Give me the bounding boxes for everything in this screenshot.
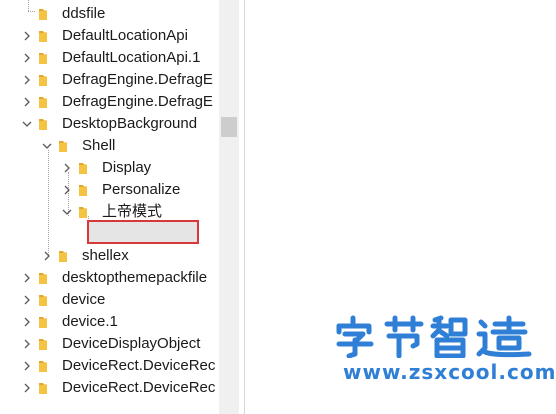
folder-icon [58, 249, 72, 263]
selection-highlight [87, 220, 199, 244]
tree-item-label: device.1 [62, 313, 118, 330]
chevron-right-icon[interactable] [21, 311, 33, 333]
tree-item-label: DefaultLocationApi [62, 27, 188, 44]
chevron-down-icon[interactable] [61, 201, 73, 223]
chevron-right-icon[interactable] [21, 25, 33, 47]
folder-icon [38, 315, 52, 329]
tree-scrollbar[interactable] [219, 0, 239, 414]
tree-item[interactable]: device.1 [0, 311, 219, 333]
folder-icon [38, 73, 52, 87]
tree-item-label: DeviceDisplayObject [62, 335, 201, 352]
folder-icon [38, 51, 52, 65]
tree-item-label: DesktopBackground [62, 115, 198, 132]
tree-item[interactable]: desktopthemepackfile [0, 267, 219, 289]
folder-icon [38, 7, 52, 21]
tree-item-label: Personalize [102, 181, 181, 198]
tree-item[interactable]: DefragEngine.DefragE [0, 91, 219, 113]
chevron-right-icon[interactable] [21, 267, 33, 289]
tree-item-label: device [62, 291, 106, 308]
tree-item[interactable]: DeviceRect.DeviceRec [0, 377, 219, 399]
tree-item[interactable]: DeviceRect.DeviceRec [0, 355, 219, 377]
chevron-down-icon[interactable] [41, 135, 53, 157]
chevron-right-icon[interactable] [21, 377, 33, 399]
folder-icon [78, 183, 92, 197]
tree-item-label: DeviceRect.DeviceRec [62, 379, 216, 396]
chevron-right-icon[interactable] [21, 333, 33, 355]
chevron-right-icon[interactable] [21, 69, 33, 91]
tree-item-label: DeviceRect.DeviceRec [62, 357, 216, 374]
folder-icon [38, 29, 52, 43]
tree-item[interactable]: DefaultLocationApi [0, 25, 219, 47]
chevron-right-icon[interactable] [21, 355, 33, 377]
scrollbar-thumb[interactable] [221, 117, 237, 137]
tree-item[interactable]: DesktopBackground [0, 113, 219, 135]
folder-icon [38, 95, 52, 109]
tree-item[interactable]: Shell [0, 135, 219, 157]
chevron-right-icon[interactable] [61, 179, 73, 201]
tree-item[interactable]: ddsfile [0, 3, 219, 25]
tree-item[interactable]: Personalize [0, 179, 219, 201]
tree-item-label: DefragEngine.DefragE [62, 71, 213, 88]
folder-icon [58, 139, 72, 153]
tree-item[interactable]: DefragEngine.DefragE [0, 69, 219, 91]
registry-tree[interactable]: ddsfile DefaultLocationApi DefaultLocation… [0, 0, 219, 414]
chevron-right-icon[interactable] [21, 47, 33, 69]
tree-item[interactable]: device [0, 289, 219, 311]
watermark-url: www.zsxcool.com [343, 360, 556, 384]
folder-icon [78, 161, 92, 175]
tree-item-label: Display [102, 159, 152, 176]
watermark-logo: www.zsxcool.com [335, 314, 555, 386]
tree-item[interactable]: Display [0, 157, 219, 179]
chevron-right-icon[interactable] [61, 157, 73, 179]
tree-item-label: DefragEngine.DefragE [62, 93, 213, 110]
folder-icon [38, 117, 52, 131]
chevron-down-icon[interactable] [21, 113, 33, 135]
tree-item-label: Shell [82, 137, 116, 154]
tree-item-label: shellex [82, 247, 129, 264]
chevron-right-icon[interactable] [21, 289, 33, 311]
tree-item[interactable]: shellex [0, 245, 219, 267]
chevron-right-icon[interactable] [41, 245, 53, 267]
folder-icon [38, 337, 52, 351]
tree-item-label: ddsfile [62, 5, 106, 22]
tree-item-label: DefaultLocationApi.1 [62, 49, 201, 66]
folder-icon [38, 359, 52, 373]
folder-icon [78, 205, 92, 219]
folder-icon [38, 381, 52, 395]
folder-icon [38, 293, 52, 307]
folder-icon [38, 271, 52, 285]
tree-item[interactable]: DeviceDisplayObject [0, 333, 219, 355]
watermark-logo-glyphs [336, 315, 532, 358]
chevron-right-icon[interactable] [21, 91, 33, 113]
pane-divider[interactable] [244, 0, 245, 414]
tree-item[interactable]: DefaultLocationApi.1 [0, 47, 219, 69]
tree-item-label: desktopthemepackfile [62, 269, 208, 286]
